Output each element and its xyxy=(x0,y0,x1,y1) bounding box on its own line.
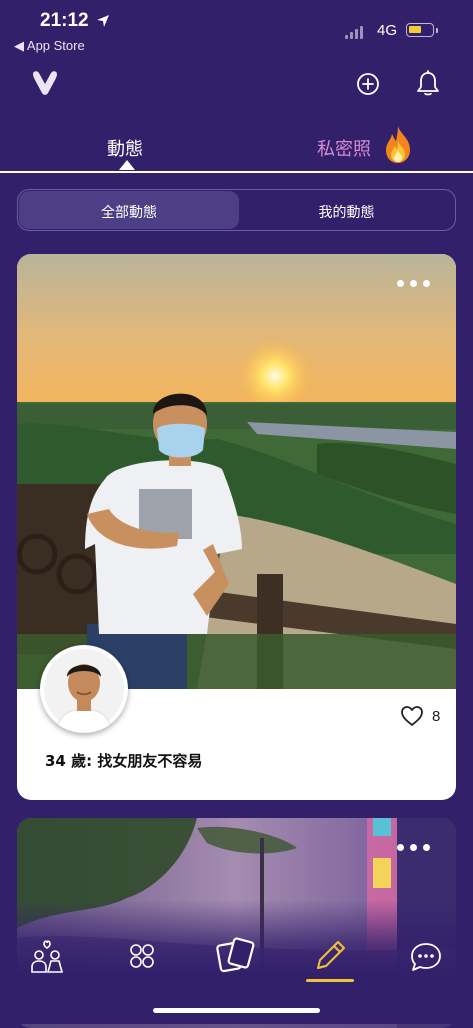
avatar[interactable] xyxy=(40,645,128,733)
battery-tip xyxy=(436,28,438,33)
battery-icon xyxy=(406,23,434,37)
active-nav-indicator xyxy=(306,979,354,982)
app-logo xyxy=(33,71,57,95)
status-time: 21:12 xyxy=(40,10,89,31)
fire-icon xyxy=(386,126,410,163)
post-photo[interactable] xyxy=(17,254,456,689)
back-to-app-store[interactable]: ◀ App Store xyxy=(14,38,85,54)
grid-icon[interactable] xyxy=(129,943,155,969)
tab-feed[interactable]: 動態 xyxy=(107,135,143,161)
more-options-icon[interactable] xyxy=(397,844,430,851)
heart-icon[interactable] xyxy=(400,705,424,727)
more-options-icon[interactable] xyxy=(397,280,430,287)
tab-divider xyxy=(0,171,473,173)
bell-icon[interactable] xyxy=(415,70,441,98)
plus-circle-icon[interactable] xyxy=(356,72,380,96)
pencil-icon[interactable] xyxy=(312,938,350,974)
active-tab-indicator xyxy=(119,160,135,170)
cards-icon[interactable] xyxy=(215,936,257,974)
home-indicator[interactable] xyxy=(153,1008,320,1013)
post-caption: 34 歲: 找女朋友不容易 xyxy=(45,752,203,770)
segment-my-posts[interactable]: 我的動態 xyxy=(239,202,454,222)
signal-icon xyxy=(345,26,363,39)
couple-icon[interactable] xyxy=(30,938,64,974)
segment-all-posts[interactable]: 全部動態 xyxy=(19,202,239,222)
location-arrow-icon xyxy=(97,15,109,27)
tab-private-photos[interactable]: 私密照 xyxy=(317,135,371,161)
chat-icon[interactable] xyxy=(409,941,443,973)
like-count: 8 xyxy=(432,708,441,725)
network-type: 4G xyxy=(377,22,398,39)
